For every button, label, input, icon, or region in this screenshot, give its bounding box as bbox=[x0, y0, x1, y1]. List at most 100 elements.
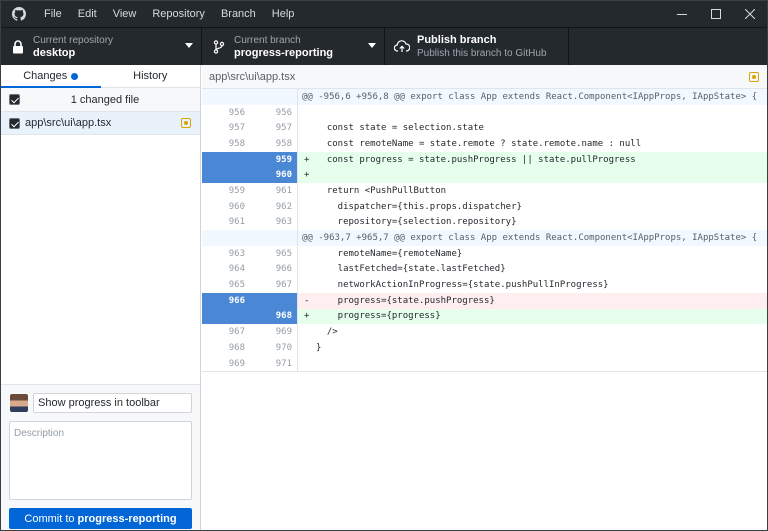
old-line-number[interactable] bbox=[202, 151, 250, 168]
diff-line[interactable]: 969 971 bbox=[202, 355, 767, 372]
diff-line[interactable]: 961 963 repository={selection.repository} bbox=[202, 214, 767, 231]
new-line-number[interactable] bbox=[250, 230, 298, 246]
diff-code-text: dispatcher={this.props.dispatcher} bbox=[316, 201, 522, 212]
diff-line-removed[interactable]: 966 - progress={state.pushProgress} bbox=[202, 292, 767, 309]
new-line-number[interactable]: 965 bbox=[250, 245, 298, 262]
old-line-number[interactable]: 966 bbox=[202, 292, 250, 309]
diff-code: networkActionInProgress={state.pushPullI… bbox=[298, 277, 767, 293]
diff-hunk-header[interactable]: @@ -963,7 +965,7 @@ export class App ext… bbox=[202, 230, 767, 246]
old-line-number[interactable]: 968 bbox=[202, 340, 250, 356]
new-line-number[interactable]: 961 bbox=[250, 183, 298, 199]
diff-line[interactable]: 968 970} bbox=[202, 340, 767, 356]
diff-code-text: repository={selection.repository} bbox=[316, 217, 517, 228]
old-line-number[interactable] bbox=[202, 308, 250, 325]
diff-code: repository={selection.repository} bbox=[298, 215, 767, 231]
commit-description-input[interactable]: Description bbox=[9, 421, 192, 500]
old-line-number[interactable]: 960 bbox=[202, 199, 250, 215]
old-line-number[interactable]: 958 bbox=[202, 136, 250, 152]
app-window: File Edit View Repository Branch Help Cu… bbox=[0, 0, 768, 531]
diff-code-text: const state = selection.state bbox=[316, 123, 484, 134]
diff-line[interactable]: 959 961 return <PushPullButton bbox=[202, 183, 767, 199]
file-checkbox[interactable] bbox=[9, 117, 20, 129]
old-line-number[interactable]: 963 bbox=[202, 246, 250, 262]
old-line-number[interactable] bbox=[202, 230, 250, 246]
diff-line[interactable]: 965 967 networkActionInProgress={state.pu… bbox=[202, 277, 767, 293]
tab-history[interactable]: History bbox=[101, 65, 201, 87]
diff-code-text: networkActionInProgress={state.pushPullI… bbox=[316, 280, 609, 291]
diff-code bbox=[298, 105, 767, 121]
diff-line[interactable]: 963 965 remoteName={remoteName} bbox=[202, 245, 767, 262]
close-icon[interactable] bbox=[733, 1, 767, 27]
commit-button-branch: progress-reporting bbox=[77, 512, 177, 525]
new-line-number[interactable]: 963 bbox=[250, 214, 298, 231]
new-line-number[interactable]: 957 bbox=[250, 120, 298, 137]
tab-changes[interactable]: Changes bbox=[1, 65, 101, 88]
maximize-icon[interactable] bbox=[699, 1, 733, 27]
diff-file-path: app\src\ui\app.tsx bbox=[209, 70, 296, 83]
branch-name: progress-reporting bbox=[234, 46, 334, 59]
old-line-number[interactable]: 967 bbox=[202, 324, 250, 340]
minimize-icon[interactable] bbox=[665, 1, 699, 27]
changes-header: 1 changed file bbox=[1, 88, 200, 112]
new-line-number[interactable]: 960 bbox=[250, 167, 298, 184]
diff-line-added[interactable]: 960 + bbox=[202, 167, 767, 184]
menu-edit[interactable]: Edit bbox=[70, 1, 105, 27]
file-modified-icon bbox=[181, 118, 191, 128]
new-line-number[interactable]: 970 bbox=[250, 340, 298, 356]
old-line-number[interactable]: 969 bbox=[202, 356, 250, 372]
diff-code-text: const progress = state.pushProgress || s… bbox=[316, 154, 636, 165]
old-line-number[interactable]: 961 bbox=[202, 215, 250, 231]
old-line-number[interactable]: 964 bbox=[202, 262, 250, 278]
repository-label: Current repository bbox=[33, 34, 114, 46]
diff-code: } bbox=[298, 340, 767, 356]
diff-line[interactable]: 967 969 /> bbox=[202, 324, 767, 340]
menu-branch[interactable]: Branch bbox=[213, 1, 264, 27]
menu-view[interactable]: View bbox=[105, 1, 145, 27]
select-all-checkbox[interactable] bbox=[9, 94, 20, 105]
diff-code-text: @@ -963,7 +965,7 @@ export class App ext… bbox=[302, 233, 758, 244]
old-line-number[interactable] bbox=[202, 89, 250, 105]
new-line-number[interactable]: 959 bbox=[250, 151, 298, 168]
diff-line-added[interactable]: 968 + progress={progress} bbox=[202, 308, 767, 325]
diff-line-added[interactable]: 959 + const progress = state.pushProgress… bbox=[202, 151, 767, 168]
menu-help[interactable]: Help bbox=[264, 1, 303, 27]
diff-line[interactable]: 956 956 bbox=[202, 104, 767, 121]
title-bar: File Edit View Repository Branch Help bbox=[1, 1, 767, 27]
menu-repository[interactable]: Repository bbox=[144, 1, 213, 27]
new-line-number[interactable]: 968 bbox=[250, 308, 298, 325]
diff-code: const state = selection.state bbox=[298, 120, 767, 136]
new-line-number[interactable] bbox=[250, 89, 298, 105]
diff-line[interactable]: 964 966 lastFetched={state.lastFetched} bbox=[202, 261, 767, 278]
old-line-number[interactable]: 959 bbox=[202, 183, 250, 199]
publish-branch-button[interactable]: Publish branch Publish this branch to Gi… bbox=[385, 28, 569, 65]
new-line-number[interactable]: 962 bbox=[250, 198, 298, 215]
new-line-number[interactable]: 966 bbox=[250, 261, 298, 278]
diff-code: const remoteName = state.remote ? state.… bbox=[298, 136, 767, 152]
menu-file[interactable]: File bbox=[36, 1, 70, 27]
current-repository-button[interactable]: Current repository desktop bbox=[1, 28, 202, 65]
old-line-number[interactable]: 956 bbox=[202, 105, 250, 121]
old-line-number[interactable] bbox=[202, 167, 250, 184]
old-line-number[interactable]: 957 bbox=[202, 120, 250, 136]
diff-line[interactable]: 957 957 const state = selection.state bbox=[202, 120, 767, 137]
branch-icon bbox=[208, 39, 230, 54]
cloud-upload-icon bbox=[391, 40, 413, 53]
new-line-number[interactable]: 967 bbox=[250, 277, 298, 293]
diff-hunk-header[interactable]: @@ -956,6 +956,8 @@ export class App ext… bbox=[202, 89, 767, 105]
commit-button[interactable]: Commit to progress-reporting bbox=[9, 508, 192, 529]
old-line-number[interactable]: 965 bbox=[202, 277, 250, 293]
window-controls bbox=[665, 1, 767, 27]
commit-summary-input[interactable]: Show progress in toolbar bbox=[33, 393, 192, 413]
diff-header: app\src\ui\app.tsx bbox=[202, 65, 767, 89]
diff-code-text: progress={state.pushProgress} bbox=[316, 295, 495, 306]
new-line-number[interactable]: 958 bbox=[250, 136, 298, 152]
github-logo-icon bbox=[1, 1, 37, 27]
new-line-number[interactable]: 969 bbox=[250, 324, 298, 340]
new-line-number[interactable]: 956 bbox=[250, 104, 298, 121]
new-line-number[interactable]: 971 bbox=[250, 355, 298, 372]
changed-file-item[interactable]: app\src\ui\app.tsx bbox=[1, 112, 200, 135]
current-branch-button[interactable]: Current branch progress-reporting bbox=[202, 28, 385, 65]
diff-line[interactable]: 960 962 dispatcher={this.props.dispatcher… bbox=[202, 198, 767, 215]
new-line-number[interactable] bbox=[250, 292, 298, 309]
diff-line[interactable]: 958 958 const remoteName = state.remote ?… bbox=[202, 136, 767, 152]
